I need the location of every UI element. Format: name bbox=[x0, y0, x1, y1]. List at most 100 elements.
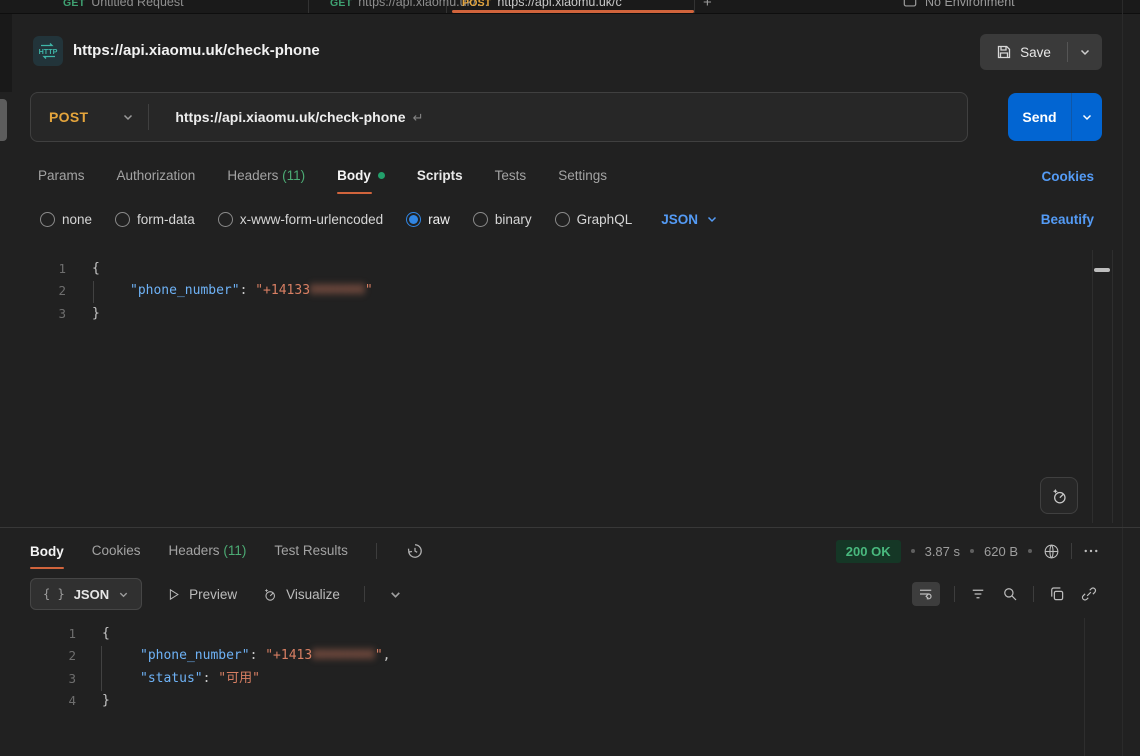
response-tab-body[interactable]: Body bbox=[30, 544, 64, 559]
divider bbox=[1071, 543, 1072, 559]
wrap-text-button[interactable] bbox=[912, 582, 940, 606]
radio-urlencoded[interactable] bbox=[218, 212, 233, 227]
mode-raw-label: raw bbox=[428, 212, 450, 227]
chevron-down-icon bbox=[122, 111, 134, 123]
send-options-button[interactable] bbox=[1072, 111, 1102, 123]
code-line: 2"phone_number": "+141300000000", bbox=[0, 645, 1100, 667]
postbot-button[interactable] bbox=[1040, 477, 1078, 514]
format-selector[interactable]: JSON bbox=[661, 212, 718, 227]
radio-raw-selected[interactable] bbox=[406, 212, 421, 227]
mode-form-data[interactable]: form-data bbox=[115, 212, 195, 227]
active-tab-indicator bbox=[452, 10, 694, 13]
copy-button[interactable] bbox=[1048, 585, 1066, 603]
divider bbox=[954, 586, 955, 602]
network-globe-icon[interactable] bbox=[1042, 542, 1061, 561]
url-container: POST https://api.xiaomu.uk/check-phone↵ bbox=[30, 92, 968, 142]
response-body-editor[interactable]: 1{ 2"phone_number": "+141300000000", 3"s… bbox=[0, 617, 1100, 756]
beautify-link[interactable]: Beautify bbox=[1041, 212, 1094, 227]
json-colon: : bbox=[250, 648, 266, 663]
response-section-divider[interactable] bbox=[0, 527, 1140, 528]
send-button[interactable]: Send bbox=[1008, 109, 1071, 125]
preview-button[interactable]: Preview bbox=[166, 587, 237, 602]
workspace-tab-strip: GETUntitled Request GEThttps://api.xiaom… bbox=[0, 0, 1140, 14]
visualize-button[interactable]: Visualize bbox=[261, 586, 340, 603]
response-history-icon[interactable] bbox=[405, 541, 425, 561]
response-time[interactable]: 3.87 s bbox=[925, 544, 960, 559]
mode-raw[interactable]: raw bbox=[406, 212, 450, 227]
mode-form-data-label: form-data bbox=[137, 212, 195, 227]
wrap-text-icon bbox=[917, 585, 935, 603]
radio-none[interactable] bbox=[40, 212, 55, 227]
json-value-visible: "+14133 bbox=[255, 283, 310, 298]
json-open-brace: { bbox=[92, 261, 100, 276]
editor-scroll-track bbox=[1092, 250, 1093, 523]
json-value-quote: " bbox=[365, 283, 373, 298]
response-tab-test-results[interactable]: Test Results bbox=[274, 543, 348, 560]
editor-scroll-track bbox=[1112, 250, 1113, 523]
response-size[interactable]: 620 B bbox=[984, 544, 1018, 559]
editor-scrollbar-thumb[interactable] bbox=[1094, 268, 1110, 272]
response-tools-right bbox=[912, 582, 1098, 606]
method-selector[interactable]: POST bbox=[31, 109, 148, 125]
chevron-down-icon bbox=[1081, 111, 1093, 123]
line-number: 4 bbox=[0, 690, 76, 712]
search-icon bbox=[1001, 585, 1019, 603]
json-open-brace: { bbox=[102, 626, 110, 641]
tab-settings[interactable]: Settings bbox=[558, 168, 607, 185]
response-tab-headers[interactable]: Headers (11) bbox=[169, 543, 247, 560]
json-close-brace: } bbox=[92, 306, 100, 321]
radio-binary[interactable] bbox=[473, 212, 488, 227]
new-tab-button[interactable]: + bbox=[703, 0, 712, 11]
send-split-button: Send bbox=[1008, 93, 1102, 141]
code-line: 2"phone_number": "+141330000000" bbox=[0, 280, 1100, 302]
workspace-tab-untitled[interactable]: GETUntitled Request bbox=[63, 0, 184, 9]
visualize-sparkle-icon bbox=[261, 586, 278, 603]
tab-body[interactable]: Body bbox=[337, 168, 385, 185]
mode-none[interactable]: none bbox=[40, 212, 92, 227]
preview-label: Preview bbox=[189, 587, 237, 602]
radio-graphql[interactable] bbox=[555, 212, 570, 227]
copy-icon bbox=[1048, 585, 1066, 603]
response-tab-cookies[interactable]: Cookies bbox=[92, 543, 141, 560]
mode-graphql[interactable]: GraphQL bbox=[555, 212, 633, 227]
line-number: 2 bbox=[0, 645, 76, 667]
mode-binary[interactable]: binary bbox=[473, 212, 532, 227]
search-button[interactable] bbox=[1001, 585, 1019, 603]
radio-form-data[interactable] bbox=[115, 212, 130, 227]
line-number: 1 bbox=[0, 623, 76, 645]
request-body-editor[interactable]: 1{ 2"phone_number": "+141330000000" 3} bbox=[0, 250, 1100, 524]
active-tab-underline bbox=[337, 192, 372, 194]
mode-urlencoded[interactable]: x-www-form-urlencoded bbox=[218, 212, 383, 227]
tab-method-label: GET bbox=[330, 0, 352, 9]
cookies-link[interactable]: Cookies bbox=[1041, 169, 1094, 184]
save-button[interactable]: Save bbox=[980, 34, 1067, 70]
save-icon bbox=[996, 44, 1012, 60]
response-format-selector[interactable]: { } JSON bbox=[30, 578, 142, 610]
toolbar-chevron-button[interactable] bbox=[389, 588, 402, 601]
tab-headers[interactable]: Headers (11) bbox=[227, 168, 305, 185]
tab-params[interactable]: Params bbox=[38, 168, 85, 185]
mode-urlencoded-label: x-www-form-urlencoded bbox=[240, 212, 383, 227]
environment-quick-look-icon bbox=[903, 0, 917, 9]
status-badge[interactable]: 200 OK bbox=[836, 540, 901, 563]
active-tab-underline bbox=[30, 567, 64, 569]
response-headers-count: (11) bbox=[223, 543, 246, 558]
chevron-down-icon bbox=[1079, 46, 1091, 58]
save-options-button[interactable] bbox=[1068, 34, 1102, 70]
line-number: 1 bbox=[0, 258, 66, 280]
response-options-icon[interactable] bbox=[1082, 542, 1100, 560]
tab-headers-label: Headers bbox=[227, 168, 278, 183]
environment-selector[interactable]: No Environment bbox=[903, 0, 1015, 9]
filter-button[interactable] bbox=[969, 585, 987, 603]
url-input[interactable]: https://api.xiaomu.uk/check-phone↵ bbox=[175, 109, 423, 126]
tab-divider bbox=[308, 0, 309, 13]
tab-scripts[interactable]: Scripts bbox=[417, 168, 463, 185]
play-icon bbox=[166, 587, 181, 602]
tab-method-label: POST bbox=[462, 0, 491, 9]
tab-authorization[interactable]: Authorization bbox=[117, 168, 196, 185]
json-comma: , bbox=[383, 648, 391, 663]
workspace-tab-active[interactable]: POSThttps://api.xiaomu.uk/c bbox=[462, 0, 622, 9]
tab-tests[interactable]: Tests bbox=[495, 168, 527, 185]
visualize-label: Visualize bbox=[286, 587, 340, 602]
share-link-button[interactable] bbox=[1080, 585, 1098, 603]
